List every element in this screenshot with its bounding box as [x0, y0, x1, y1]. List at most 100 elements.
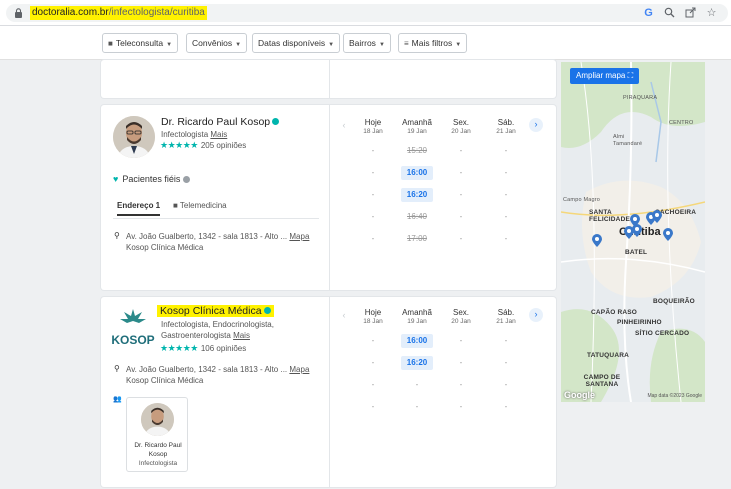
clinic-name-title[interactable]: Kosop Clínica Médica — [157, 305, 274, 317]
day-header: Hoje 18 Jan — [363, 118, 383, 135]
time-slot-unavailable: 15:20 — [406, 146, 428, 155]
time-slot: - — [415, 380, 419, 389]
logo-text: KOSOP — [111, 333, 154, 347]
address-tabs: Endereço 1 ■ Telemedicina — [113, 199, 319, 219]
clinic-logo[interactable]: KOSOP — [111, 307, 155, 349]
map-marker-icon[interactable] — [632, 224, 642, 237]
mapa-link[interactable]: Mapa — [289, 365, 309, 374]
opinions-count[interactable]: 205 opiniões — [201, 141, 246, 150]
filter-convenios[interactable]: Convênios ▼ — [186, 33, 248, 53]
filter-teleconsulta[interactable]: ■ Teleconsulta ▼ — [102, 33, 179, 53]
verified-icon — [263, 306, 271, 314]
time-slot: - — [459, 190, 463, 199]
time-slot-available[interactable]: 16:20 — [401, 356, 433, 370]
mais-link[interactable]: Mais — [210, 130, 227, 139]
filters-bar: ■ Teleconsulta ▼ Convênios ▼ Datas disponív… — [0, 26, 731, 60]
calendar-next-icon[interactable]: › — [529, 308, 543, 322]
filter-bairros[interactable]: Bairros ▼ — [343, 33, 391, 53]
day-header: Sex. 20 Jan — [451, 308, 471, 325]
time-slot: - — [371, 234, 375, 243]
url-field[interactable]: doctoralia.com.br/infectologista/curitib… — [6, 4, 728, 22]
mini-doctor-name: Dr. Ricardo Paul Kosop — [134, 442, 182, 458]
time-slot: - — [371, 190, 375, 199]
address: Av. João Gualberto, 1342 - sala 1813 - A… — [126, 365, 310, 385]
time-slot: - — [415, 402, 419, 411]
tab-endereco-1[interactable]: Endereço 1 — [117, 201, 161, 216]
time-slot: - — [504, 212, 508, 221]
time-slot-unavailable: 16:40 — [406, 212, 428, 221]
rating-stars[interactable]: ★★★★★ 106 opiniões — [160, 343, 246, 354]
time-slot: - — [459, 380, 463, 389]
mapa-link[interactable]: Mapa — [289, 232, 309, 241]
share-icon[interactable] — [684, 7, 697, 20]
calendar-next-icon[interactable]: › — [529, 118, 543, 132]
time-slot: - — [371, 380, 375, 389]
time-slot: - — [504, 336, 508, 345]
time-slot: - — [459, 168, 463, 177]
filter-mais[interactable]: ≡ Mais filtros ▼ — [398, 33, 468, 53]
time-slot: - — [504, 380, 508, 389]
map-marker-icon[interactable] — [592, 234, 602, 247]
video-icon: ■ — [108, 39, 113, 48]
specialty: Infectologista Mais — [161, 130, 228, 139]
doctor-mini-card[interactable]: Dr. Ricardo Paul Kosop Infectologista — [126, 397, 188, 472]
map-label: TATUQUARA — [587, 352, 629, 359]
url-text: doctoralia.com.br/infectologista/curitib… — [30, 6, 207, 20]
map-label: SÍTIO CERCADO — [635, 330, 690, 337]
time-slot: - — [459, 146, 463, 155]
calendar-prev-icon[interactable]: ‹ — [337, 309, 351, 323]
rating-stars[interactable]: ★★★★★ 205 opiniões — [160, 140, 246, 151]
time-slot: - — [371, 212, 375, 221]
bookmark-star-icon[interactable]: ☆ — [705, 7, 718, 20]
browser-address-bar: doctoralia.com.br/infectologista/curitib… — [0, 0, 731, 26]
time-slot: - — [371, 146, 375, 155]
day-header: Sáb. 21 Jan — [496, 308, 516, 325]
zoom-icon[interactable] — [663, 7, 676, 20]
filter-lines-icon: ≡ — [404, 39, 409, 48]
chevron-down-icon: ▼ — [455, 42, 462, 48]
map-pin-icon: ⚲ — [114, 364, 120, 373]
previous-card — [101, 60, 556, 98]
time-slot-available[interactable]: 16:00 — [401, 166, 433, 180]
time-slot-available[interactable]: 16:20 — [401, 188, 433, 202]
map-marker-icon[interactable] — [652, 210, 662, 223]
pacientes-fieis: ♥ Pacientes fiéis — [113, 174, 191, 184]
day-header: Amanhã 19 Jan — [402, 118, 432, 135]
info-icon[interactable] — [183, 176, 191, 184]
calendar-prev-icon[interactable]: ‹ — [337, 119, 351, 133]
tab-telemedicina[interactable]: ■ Telemedicina — [173, 201, 227, 210]
time-slot: - — [459, 212, 463, 221]
clinic-name: Kosop Clínica Médica — [126, 243, 204, 252]
time-slot-unavailable: 17:00 — [406, 234, 428, 243]
lock-icon — [15, 8, 22, 18]
time-slot: - — [504, 402, 508, 411]
doctor-name[interactable]: Dr. Ricardo Paul Kosop — [161, 116, 280, 128]
time-slot: - — [504, 190, 508, 199]
heart-people-icon: ♥ — [113, 174, 119, 184]
map-label: CENTRO — [669, 120, 694, 126]
time-slot: - — [504, 168, 508, 177]
people-icon: 👥 — [113, 396, 122, 403]
filter-datas[interactable]: Datas disponíveis ▼ — [252, 33, 341, 53]
mais-link[interactable]: Mais — [233, 331, 250, 340]
avatar — [141, 403, 174, 436]
map-panel[interactable]: Ampliar mapa ⛶ PIRAQUARA CENTRO Almi Tam… — [561, 62, 705, 402]
day-header: Hoje 18 Jan — [363, 308, 383, 325]
opinions-count[interactable]: 106 opiniões — [201, 344, 246, 353]
time-slot: - — [459, 358, 463, 367]
avatar[interactable] — [113, 116, 155, 158]
time-slot: - — [504, 234, 508, 243]
time-slot: - — [371, 358, 375, 367]
time-slot: - — [371, 402, 375, 411]
time-slot: - — [459, 234, 463, 243]
ampliar-mapa-button[interactable]: Ampliar mapa ⛶ — [570, 68, 640, 84]
time-slot: - — [371, 168, 375, 177]
google-icon[interactable]: G — [642, 7, 655, 20]
chevron-down-icon: ▼ — [166, 42, 173, 48]
map-marker-icon[interactable] — [663, 228, 673, 241]
google-logo: Google — [564, 390, 595, 400]
map-label: BATEL — [625, 249, 648, 256]
time-slot-available[interactable]: 16:00 — [401, 334, 433, 348]
chevron-down-icon: ▼ — [328, 42, 335, 48]
doctor-card: Dr. Ricardo Paul Kosop Infectologista Ma… — [101, 105, 556, 290]
